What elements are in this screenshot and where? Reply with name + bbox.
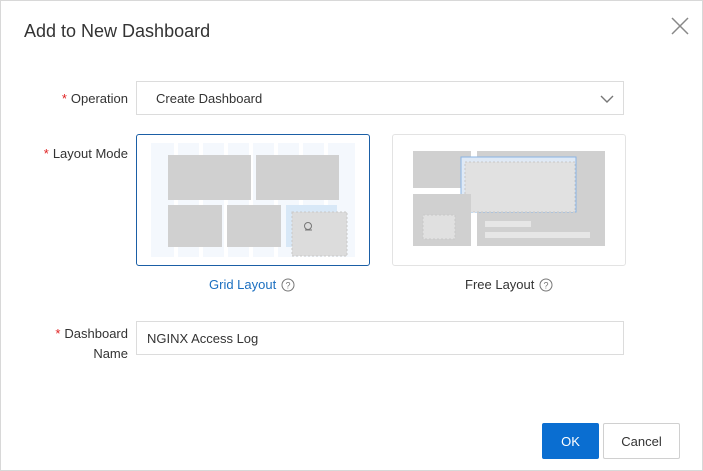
grid-layout-illustration	[151, 143, 355, 257]
grid-layout-option[interactable]: Grid Layout ?	[209, 277, 295, 292]
dashboard-name-label: * Dashboard Name	[41, 324, 128, 364]
dialog-title: Add to New Dashboard	[24, 21, 211, 41]
cancel-button[interactable]: Cancel	[603, 423, 680, 459]
ok-button[interactable]: OK	[542, 423, 599, 459]
question-circle-icon[interactable]: ?	[281, 278, 295, 292]
add-dashboard-dialog: Add to New Dashboard * Operation Create D…	[0, 0, 703, 471]
dashboard-name-label-line2: Name	[93, 346, 128, 361]
operation-label: * Operation	[41, 91, 128, 106]
free-layout-option[interactable]: Free Layout ?	[465, 277, 553, 292]
operation-label-text: Operation	[70, 91, 128, 106]
dashboard-name-label-line1: Dashboard	[64, 326, 128, 341]
grid-layout-label: Grid Layout	[209, 277, 277, 292]
required-mark: *	[55, 326, 61, 341]
close-icon[interactable]	[669, 15, 691, 37]
layout-mode-label: * Layout Mode	[21, 146, 128, 161]
operation-select[interactable]: Create Dashboard	[136, 81, 624, 115]
grid-layout-card[interactable]	[136, 134, 370, 266]
free-layout-label: Free Layout	[465, 277, 535, 292]
question-circle-icon[interactable]: ?	[539, 278, 553, 292]
operation-value: Create Dashboard	[156, 91, 263, 106]
free-layout-card[interactable]	[392, 134, 626, 266]
svg-text:?: ?	[544, 280, 549, 290]
chevron-down-icon	[600, 95, 614, 103]
free-layout-illustration	[413, 151, 605, 246]
layout-mode-label-text: Layout Mode	[52, 146, 128, 161]
dashboard-name-input[interactable]	[136, 321, 624, 355]
svg-text:?: ?	[286, 280, 291, 290]
required-mark: *	[61, 91, 67, 106]
required-mark: *	[43, 146, 49, 161]
